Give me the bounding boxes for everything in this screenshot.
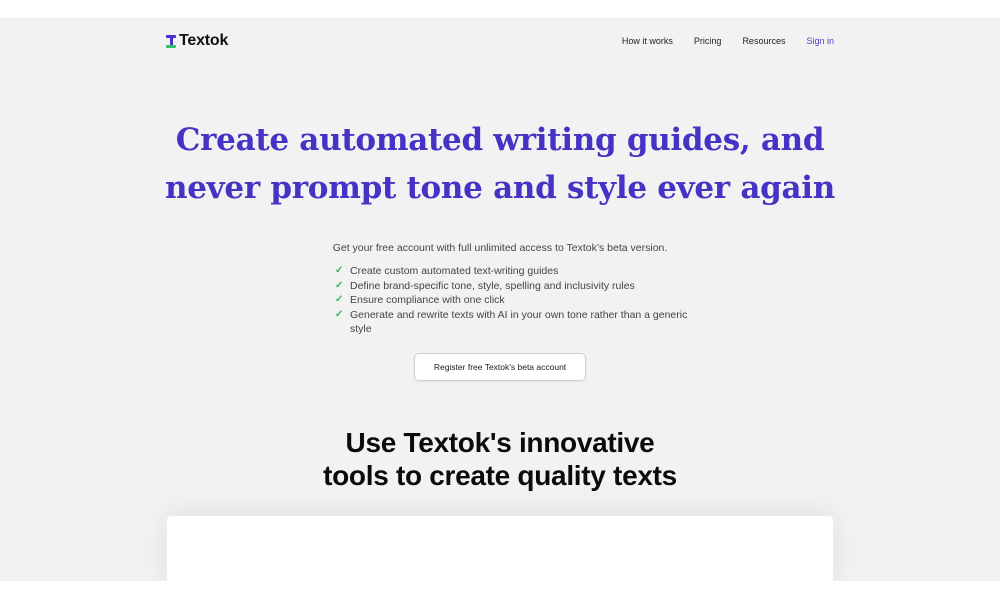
- hero-title: Create automated writing guides, and nev…: [0, 116, 1000, 212]
- hero-subtitle: Get your free account with full unlimite…: [332, 242, 668, 254]
- feature-list: ✓ Create custom automated text-writing g…: [335, 264, 695, 337]
- feature-text: Ensure compliance with one click: [350, 294, 505, 306]
- feature-item: ✓ Generate and rewrite texts with AI in …: [335, 308, 695, 337]
- section-title: Use Textok's innovative tools to create …: [0, 426, 1000, 492]
- hero-title-line-1: Create automated writing guides, and: [175, 122, 825, 158]
- textok-logo-icon: [166, 34, 176, 48]
- nav-sign-in[interactable]: Sign in: [806, 36, 834, 46]
- feature-item: ✓ Define brand-specific tone, style, spe…: [335, 279, 695, 294]
- preview-card: [167, 516, 833, 581]
- check-icon: ✓: [335, 294, 344, 305]
- check-icon: ✓: [335, 308, 344, 320]
- nav-how-it-works[interactable]: How it works: [622, 36, 673, 46]
- section-title-line-2: tools to create quality texts: [323, 460, 677, 491]
- feature-text: Create custom automated text-writing gui…: [350, 265, 559, 277]
- nav-pricing[interactable]: Pricing: [694, 36, 722, 46]
- check-icon: ✓: [335, 265, 344, 276]
- check-icon: ✓: [335, 279, 344, 291]
- logo[interactable]: Textok: [166, 32, 228, 50]
- logo-text: Textok: [179, 32, 229, 49]
- hero-title-line-2: never prompt tone and style ever again: [165, 170, 835, 206]
- feature-text: Generate and rewrite texts with AI in yo…: [350, 308, 688, 336]
- header: Textok How it works Pricing Resources Si…: [166, 32, 834, 52]
- register-beta-button[interactable]: Register free Textok's beta account: [414, 353, 586, 381]
- section-title-line-1: Use Textok's innovative: [345, 427, 655, 458]
- feature-item: ✓ Create custom automated text-writing g…: [335, 264, 695, 279]
- feature-item: ✓ Ensure compliance with one click: [335, 293, 695, 308]
- feature-text: Define brand-specific tone, style, spell…: [350, 279, 635, 292]
- page: Textok How it works Pricing Resources Si…: [0, 18, 1000, 581]
- nav-resources[interactable]: Resources: [742, 36, 785, 46]
- top-nav: How it works Pricing Resources Sign in: [601, 36, 834, 46]
